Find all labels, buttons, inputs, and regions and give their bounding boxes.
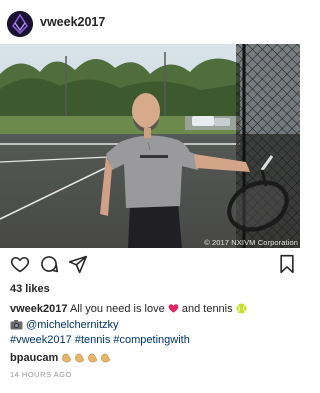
caption-username[interactable]: vweek2017 xyxy=(10,303,68,315)
paper-plane-icon[interactable] xyxy=(68,254,90,276)
post-photo[interactable]: © 2017 NXIVM Corporation xyxy=(0,44,300,248)
avatar-logo-icon xyxy=(7,11,33,37)
clapping-hands-emoji xyxy=(61,352,113,367)
action-bar xyxy=(0,254,300,278)
comment-username[interactable]: bpaucam xyxy=(10,352,58,364)
instagram-post: vweek2017 © 2017 NXIVM Corporation 43 li… xyxy=(0,0,300,393)
hashtag-link[interactable]: #competingwith xyxy=(113,334,189,346)
camera-emoji xyxy=(10,319,23,334)
avatar[interactable] xyxy=(7,11,33,37)
post-header: vweek2017 xyxy=(0,0,300,44)
post-username[interactable]: vweek2017 xyxy=(40,15,105,29)
speech-bubble-icon[interactable] xyxy=(39,254,61,276)
likes-count[interactable]: 43 likes xyxy=(10,283,50,295)
caption-line-1: vweek2017 All you need is love and tenni… xyxy=(10,302,247,318)
red-heart-emoji xyxy=(168,303,179,318)
heart-outline-icon[interactable] xyxy=(10,254,32,276)
caption-line-2: @michelchernitzky xyxy=(10,318,119,334)
post-timestamp: 14 HOURS AGO xyxy=(10,370,72,379)
caption-text-before: All you need is love xyxy=(69,303,165,315)
tennis-court-photo xyxy=(0,44,300,248)
hashtag-link[interactable]: #vweek2017 xyxy=(10,334,72,346)
caption-text-middle: and tennis xyxy=(181,303,233,315)
bookmark-icon[interactable] xyxy=(278,254,300,276)
caption-line-3: #vweek2017 #tennis #competingwith xyxy=(10,333,190,347)
photo-watermark: © 2017 NXIVM Corporation xyxy=(204,238,298,247)
hashtag-link[interactable]: #tennis xyxy=(75,334,110,346)
tennis-ball-emoji xyxy=(236,303,247,318)
caption-mention[interactable]: @michelchernitzky xyxy=(26,319,118,331)
comment-line: bpaucam xyxy=(10,351,113,367)
